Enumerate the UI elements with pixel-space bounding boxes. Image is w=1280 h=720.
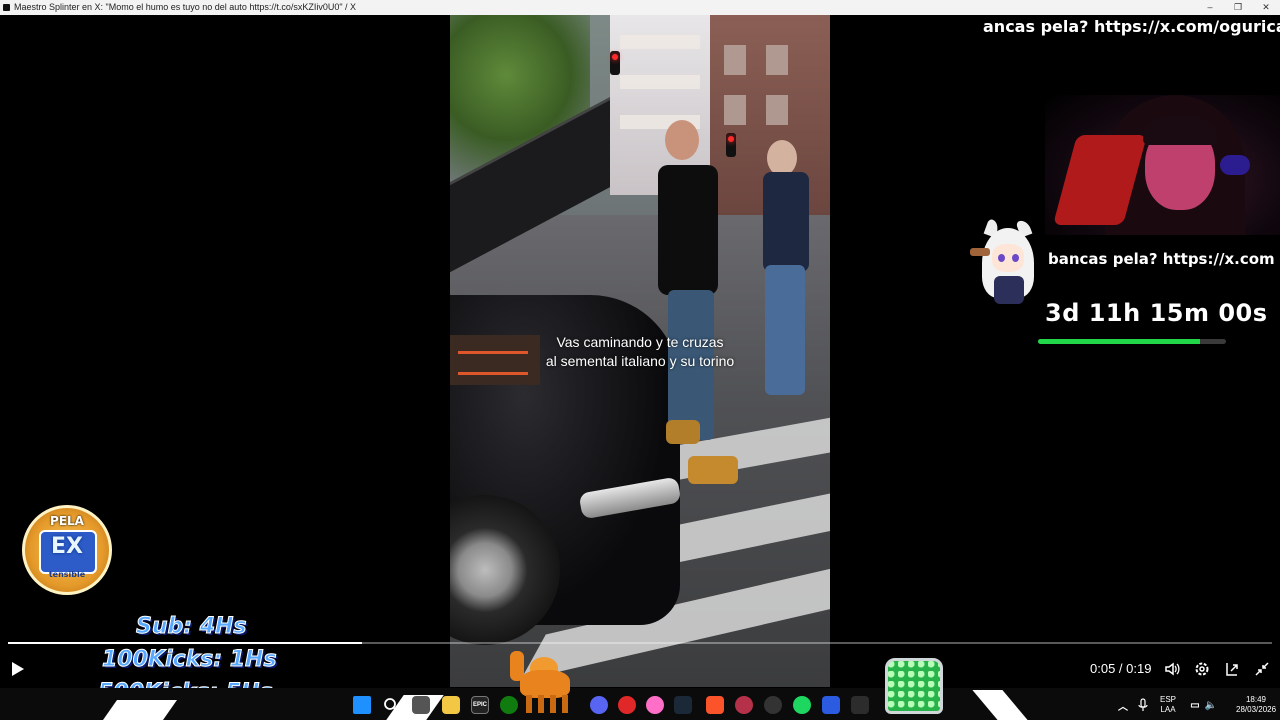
speaker-icon[interactable]: 🔈 [1202,696,1220,714]
close-button[interactable]: ✕ [1252,0,1280,15]
clock-date: 28/03/2026 [1236,705,1277,714]
clock-time: 18:49 [1245,695,1267,704]
green-jar-sprite [885,658,943,714]
logo-bottom-text: tensible [48,570,86,579]
video-time: 0:05 / 0:19 [1090,661,1152,676]
goal-100kicks: 100Kicks: 1Hs [102,647,278,673]
mascot-sprite [968,218,1048,310]
app-icon-red[interactable] [618,696,636,714]
minimize-button[interactable]: – [1196,0,1224,15]
system-clock[interactable]: 18:49 28/03/2026 [1236,695,1276,715]
language-code: ESP [1159,695,1176,704]
play-icon[interactable] [10,660,26,678]
epic-games-icon[interactable]: EPIC [471,696,489,714]
timer-progress-fill [1038,339,1200,344]
video-progress-fill [8,642,362,644]
video-progress-bar[interactable] [8,642,1272,644]
file-explorer-icon[interactable] [442,696,460,714]
volume-icon[interactable] [1163,660,1181,678]
search-icon[interactable] [382,696,400,714]
exit-fullscreen-icon[interactable] [1253,660,1271,678]
logo-middle-text: EX [51,534,83,559]
marquee-top: ancas pela? https://x.com/oguricapu [983,17,1280,36]
brave-icon[interactable] [706,696,724,714]
person-old [755,140,825,420]
windows-start-icon[interactable] [353,696,371,714]
video-subtitle: Vas caminando y te cruzas al semental it… [450,333,830,371]
window-title-bar: Maestro Splinter en X: "Momo el humo es … [0,0,1280,15]
tray-chevron-icon[interactable]: ︿ [1114,696,1132,714]
app-icon-blue[interactable] [822,696,840,714]
webcam-feed [1045,95,1280,235]
app-icon-pink[interactable] [646,696,664,714]
microphone-icon[interactable] [1134,696,1152,714]
timer-progress-bar [1038,339,1226,344]
steam-icon[interactable] [674,696,692,714]
obs-icon[interactable] [764,696,782,714]
marquee-mid: bancas pela? https://x.com [1048,250,1275,268]
traffic-light [610,51,620,75]
settings-icon[interactable] [1193,660,1211,678]
person-young [630,120,738,500]
stream-timer: 3d 11h 15m 00s [1045,299,1268,327]
keyboard-layout: LAA [1160,705,1176,714]
spotify-icon[interactable] [793,696,811,714]
terminal-icon[interactable] [851,696,869,714]
language-indicator[interactable]: ESP LAA [1156,695,1180,715]
camel-sprite [510,645,580,715]
window-controls: – ❐ ✕ [1196,0,1280,15]
window-title: Maestro Splinter en X: "Momo el humo es … [14,2,357,12]
discord-icon[interactable] [590,696,608,714]
goal-sub: Sub: 4Hs [136,614,248,640]
video-frame[interactable]: Vas caminando y te cruzas al semental it… [450,15,830,687]
subtitle-line: al semental italiano y su torino [545,353,735,369]
pela-logo: PELA EX tensible [22,505,112,595]
popout-icon[interactable] [1223,660,1241,678]
x-app-icon [3,4,10,11]
windows-taskbar [0,688,1280,720]
subtitle-line: Vas caminando y te cruzas [556,334,724,350]
logo-top-text: PELA [50,514,84,528]
restore-button[interactable]: ❐ [1224,0,1252,15]
task-view-icon[interactable] [412,696,430,714]
app-icon-maroon[interactable] [735,696,753,714]
